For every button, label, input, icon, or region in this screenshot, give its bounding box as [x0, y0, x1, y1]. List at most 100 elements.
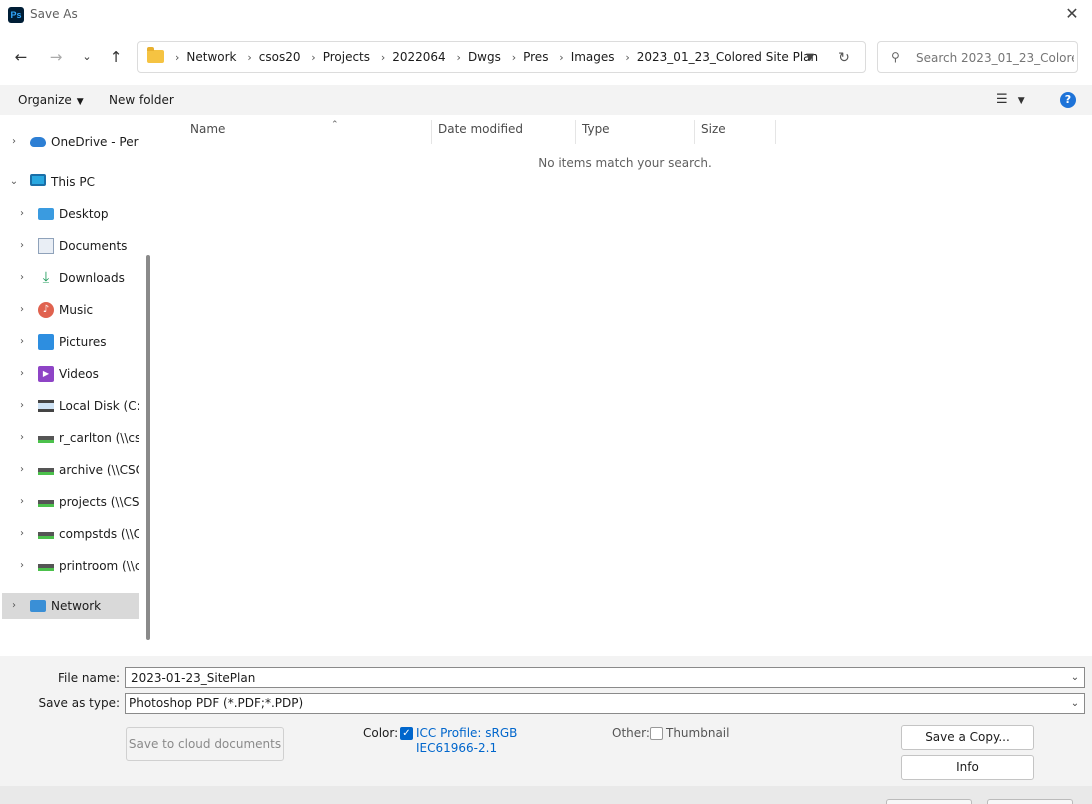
- address-bar[interactable]: › Network › csos20 › Projects › 2022064 › Dwg…: [137, 41, 866, 73]
- chevron-right-icon: ›: [559, 51, 564, 64]
- dialog-footer: [0, 786, 1092, 804]
- up-arrow-icon[interactable]: ↑: [103, 44, 129, 70]
- refresh-icon[interactable]: ↻: [834, 48, 854, 68]
- breadcrumb-pres[interactable]: Pres: [523, 50, 548, 64]
- breadcrumb-images[interactable]: Images: [571, 50, 615, 64]
- help-icon[interactable]: ?: [1060, 92, 1076, 108]
- navigation-pane-scrollbar[interactable]: [146, 255, 150, 640]
- cancel-button-partial[interactable]: [987, 799, 1073, 804]
- network-drive-icon: [38, 436, 54, 443]
- sidebar-item-documents[interactable]: › Documents: [2, 233, 139, 259]
- chevron-right-icon: ›: [12, 600, 16, 611]
- other-label: Other:: [612, 726, 650, 740]
- sidebar-item-r-carlton-drive[interactable]: › r_carlton (\\cso: [2, 425, 139, 451]
- view-options-button[interactable]: ☰ ▼: [996, 92, 1036, 110]
- video-play-icon: ▶: [38, 366, 54, 382]
- navigation-bar: ← → ⌄ ↑ › Network › csos20 › Projects › 2022…: [0, 38, 1092, 76]
- file-name-combobox: ⌄: [125, 667, 1085, 688]
- sidebar-item-label: Local Disk (C:): [59, 399, 139, 413]
- search-input[interactable]: [916, 49, 1074, 67]
- network-drive-icon: [38, 500, 54, 507]
- icc-profile-checkbox[interactable]: ✓: [400, 727, 413, 740]
- sidebar-item-local-disk[interactable]: › Local Disk (C:): [2, 393, 139, 419]
- sidebar-item-desktop[interactable]: › Desktop: [2, 201, 139, 227]
- chevron-right-icon: ›: [625, 51, 630, 64]
- sidebar-item-videos[interactable]: › ▶ Videos: [2, 361, 139, 387]
- sidebar-item-this-pc[interactable]: ⌄ This PC: [2, 169, 139, 195]
- info-button[interactable]: Info: [901, 755, 1034, 780]
- column-header-size[interactable]: Size: [695, 120, 776, 144]
- sidebar-item-music[interactable]: › ♪ Music: [2, 297, 139, 323]
- save-a-copy-button[interactable]: Save a Copy...: [901, 725, 1034, 750]
- search-box[interactable]: ⚲: [877, 41, 1078, 73]
- chevron-down-icon: ⌄: [1070, 698, 1080, 709]
- search-icon: ⚲: [891, 50, 900, 64]
- sidebar-item-downloads[interactable]: › ⤓ Downloads: [2, 265, 139, 291]
- empty-results-message: No items match your search.: [538, 156, 712, 170]
- file-name-label: File name:: [58, 671, 120, 685]
- sidebar-item-projects-drive[interactable]: › projects (\\CSO: [2, 489, 139, 515]
- new-folder-button[interactable]: New folder: [109, 93, 174, 107]
- column-header-type[interactable]: Type: [576, 120, 695, 144]
- breadcrumb-2022064[interactable]: 2022064: [392, 50, 445, 64]
- chevron-right-icon: ›: [20, 432, 24, 443]
- icc-profile-line1: ICC Profile: sRGB: [416, 726, 518, 740]
- save-to-cloud-button: Save to cloud documents: [126, 727, 284, 761]
- network-drive-icon: [38, 564, 54, 571]
- close-button[interactable]: ✕: [1060, 4, 1084, 26]
- column-header-date-modified[interactable]: Date modified: [432, 120, 576, 144]
- breadcrumb-csos20[interactable]: csos20: [259, 50, 301, 64]
- sidebar-item-pictures[interactable]: › Pictures: [2, 329, 139, 355]
- organize-menu[interactable]: Organize ▼: [18, 93, 84, 107]
- onedrive-cloud-icon: [30, 137, 46, 147]
- sidebar-item-archive-drive[interactable]: › archive (\\CSO!: [2, 457, 139, 483]
- breadcrumb-network[interactable]: Network: [186, 50, 236, 64]
- sidebar-item-label: OneDrive - Perso: [51, 135, 139, 149]
- sidebar-item-compstds-drive[interactable]: › compstds (\\C!: [2, 521, 139, 547]
- forward-arrow-icon[interactable]: →: [43, 44, 69, 70]
- icc-profile-label[interactable]: ICC Profile: sRGB IEC61966-2.1: [416, 726, 517, 756]
- file-list: ⌃ Name Date modified Type Size No items …: [156, 115, 1092, 656]
- desktop-icon: [38, 208, 54, 220]
- sort-ascending-icon: ⌃: [331, 120, 339, 130]
- icc-profile-line2: IEC61966-2.1: [416, 741, 498, 755]
- sidebar-item-printroom-drive[interactable]: › printroom (\\cs: [2, 553, 139, 579]
- breadcrumb-projects[interactable]: Projects: [323, 50, 370, 64]
- sidebar-item-label: Desktop: [59, 207, 109, 221]
- chevron-right-icon: ›: [247, 51, 252, 64]
- sidebar-item-label: r_carlton (\\cso: [59, 431, 139, 445]
- column-header-name[interactable]: ⌃ Name: [184, 120, 432, 144]
- save-as-type-select[interactable]: Photoshop PDF (*.PDF;*.PDP) ⌄: [125, 693, 1085, 714]
- sidebar-item-network[interactable]: › Network: [2, 593, 139, 619]
- folder-icon: [147, 47, 164, 63]
- color-label: Color:: [363, 726, 399, 740]
- thumbnail-checkbox[interactable]: [650, 727, 663, 740]
- back-arrow-icon[interactable]: ←: [8, 44, 34, 70]
- recent-locations-chevron-icon[interactable]: ⌄: [74, 44, 100, 70]
- pictures-icon: [38, 334, 54, 350]
- breadcrumb: › Network › csos20 › Projects › 2022064 › Dwg…: [168, 50, 818, 64]
- sidebar-item-label: archive (\\CSO!: [59, 463, 139, 477]
- chevron-right-icon: ›: [456, 51, 461, 64]
- sidebar-item-label: projects (\\CSO: [59, 495, 139, 509]
- column-header-label: Name: [190, 122, 226, 136]
- save-button-partial[interactable]: [886, 799, 972, 804]
- chevron-down-icon: ⌄: [9, 176, 19, 187]
- thumbnail-label[interactable]: Thumbnail: [666, 726, 729, 740]
- chevron-down-icon[interactable]: ▼: [800, 48, 820, 68]
- save-options-panel: File name: ⌄ Save as type: Photoshop PDF…: [0, 656, 1092, 786]
- window-title: Save As: [30, 7, 78, 21]
- chevron-right-icon: ›: [20, 368, 24, 379]
- breadcrumb-current-folder[interactable]: 2023_01_23_Colored Site Plan: [637, 50, 818, 64]
- chevron-right-icon: ›: [20, 208, 24, 219]
- sidebar-item-onedrive[interactable]: › OneDrive - Perso: [2, 129, 139, 155]
- chevron-right-icon: ›: [311, 51, 316, 64]
- chevron-right-icon: ›: [20, 400, 24, 411]
- chevron-right-icon: ›: [20, 496, 24, 507]
- file-name-input[interactable]: [131, 670, 1051, 686]
- breadcrumb-dwgs[interactable]: Dwgs: [468, 50, 501, 64]
- title-bar: Ps Save As ✕: [0, 0, 1092, 30]
- chevron-down-icon[interactable]: ⌄: [1068, 670, 1082, 686]
- network-icon: [30, 600, 46, 612]
- chevron-right-icon: ›: [20, 464, 24, 475]
